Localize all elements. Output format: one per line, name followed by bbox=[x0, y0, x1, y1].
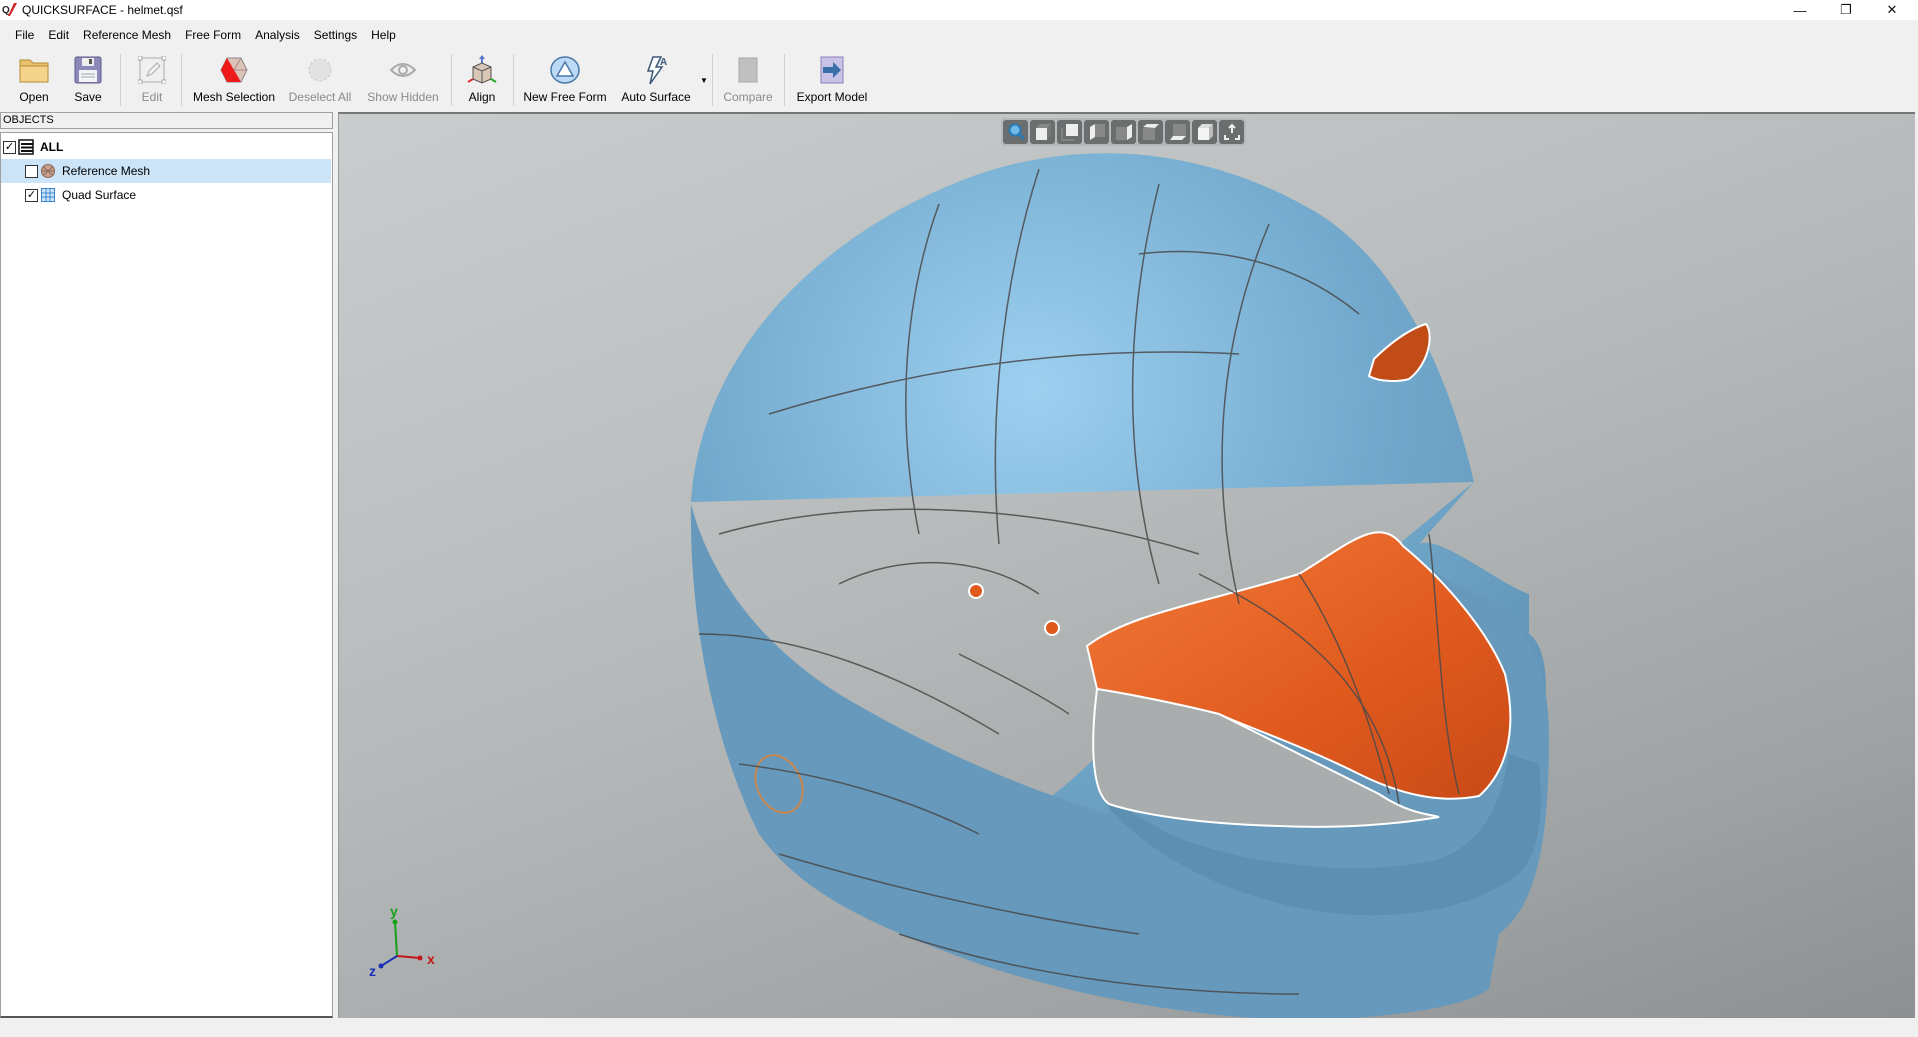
free-form-icon bbox=[550, 56, 580, 84]
edit-button[interactable]: Edit bbox=[132, 54, 172, 108]
reference-mesh-checkbox[interactable] bbox=[25, 164, 38, 178]
window-title: QUICKSURFACE - helmet.qsf bbox=[22, 3, 183, 17]
minimize-button[interactable]: — bbox=[1777, 0, 1823, 20]
tree-item-all[interactable]: ✓ ALL bbox=[1, 135, 331, 159]
control-point[interactable] bbox=[1044, 620, 1060, 636]
3d-viewport[interactable]: y x z bbox=[338, 112, 1915, 1018]
deselect-all-button[interactable]: Deselect All bbox=[288, 54, 352, 108]
toolbar-separator bbox=[181, 54, 182, 106]
axis-triad: y x z bbox=[369, 904, 435, 979]
menu-edit[interactable]: Edit bbox=[41, 28, 76, 42]
toolbar: Open Save Edit Mesh Selection Deselect A… bbox=[0, 50, 1918, 110]
edit-pencil-icon bbox=[138, 56, 166, 84]
open-button[interactable]: Open bbox=[14, 54, 54, 108]
toolbar-separator bbox=[513, 54, 514, 106]
tree-item-label: Reference Mesh bbox=[62, 164, 151, 178]
status-bar bbox=[0, 1018, 1918, 1037]
eye-icon bbox=[389, 63, 417, 77]
quad-grid-icon bbox=[41, 188, 55, 202]
menu-reference-mesh[interactable]: Reference Mesh bbox=[76, 28, 178, 42]
deselect-circle-icon bbox=[308, 58, 332, 82]
objects-panel: OBJECTS ✓ ALL Reference Mesh ✓ Quad Surf… bbox=[0, 112, 333, 1018]
menu-analysis[interactable]: Analysis bbox=[248, 28, 307, 42]
menu-settings[interactable]: Settings bbox=[307, 28, 364, 42]
new-free-form-button[interactable]: New Free Form bbox=[523, 54, 607, 108]
title-bar: Q QUICKSURFACE - helmet.qsf — ❐ ✕ bbox=[0, 0, 1918, 20]
auto-surface-button[interactable]: A Auto Surface bbox=[618, 54, 694, 108]
mesh-selection-icon bbox=[220, 57, 248, 83]
axis-label-y: y bbox=[390, 904, 398, 919]
tree-item-quad-surface[interactable]: ✓ Quad Surface bbox=[1, 183, 331, 207]
menu-file[interactable]: File bbox=[8, 28, 41, 42]
compare-icon bbox=[738, 57, 758, 83]
folder-icon bbox=[19, 59, 49, 83]
show-hidden-button[interactable]: Show Hidden bbox=[366, 54, 440, 108]
objects-header: OBJECTS bbox=[0, 112, 333, 129]
export-arrow-icon bbox=[820, 56, 844, 84]
tree-item-reference-mesh[interactable]: Reference Mesh bbox=[1, 159, 331, 183]
toolbar-separator bbox=[712, 54, 713, 106]
app-logo-icon: Q bbox=[2, 2, 18, 17]
save-button[interactable]: Save bbox=[68, 54, 108, 108]
layers-icon bbox=[18, 139, 34, 155]
tree-item-label: Quad Surface bbox=[62, 188, 137, 202]
auto-surface-lightning-icon: A bbox=[646, 56, 667, 85]
quad-surface-checkbox[interactable]: ✓ bbox=[25, 188, 38, 202]
helmet-model[interactable] bbox=[339, 114, 1915, 1018]
objects-tree: ✓ ALL Reference Mesh ✓ Quad Surface bbox=[0, 132, 333, 1018]
auto-surface-dropdown-arrow[interactable]: ▼ bbox=[700, 76, 708, 85]
mesh-selection-button[interactable]: Mesh Selection bbox=[193, 54, 275, 108]
close-button[interactable]: ✕ bbox=[1869, 0, 1915, 20]
menu-free-form[interactable]: Free Form bbox=[178, 28, 248, 42]
toolbar-separator bbox=[120, 54, 121, 106]
control-point[interactable] bbox=[968, 583, 984, 599]
toolbar-separator bbox=[784, 54, 785, 106]
svg-text:A: A bbox=[660, 57, 667, 68]
menu-help[interactable]: Help bbox=[364, 28, 403, 42]
restore-button[interactable]: ❐ bbox=[1823, 0, 1869, 20]
axis-label-x: x bbox=[427, 951, 435, 967]
axis-label-z: z bbox=[369, 963, 376, 979]
align-button[interactable]: Align bbox=[462, 54, 502, 108]
tree-item-label: ALL bbox=[40, 140, 64, 154]
floppy-disk-icon bbox=[74, 56, 102, 84]
compare-button[interactable]: Compare bbox=[723, 54, 773, 108]
export-model-button[interactable]: Export Model bbox=[796, 54, 868, 108]
menu-bar: File Edit Reference Mesh Free Form Analy… bbox=[0, 22, 1918, 48]
align-cube-icon bbox=[467, 55, 497, 84]
toolbar-separator bbox=[451, 54, 452, 106]
mesh-icon bbox=[41, 164, 55, 178]
all-checkbox[interactable]: ✓ bbox=[3, 140, 16, 154]
